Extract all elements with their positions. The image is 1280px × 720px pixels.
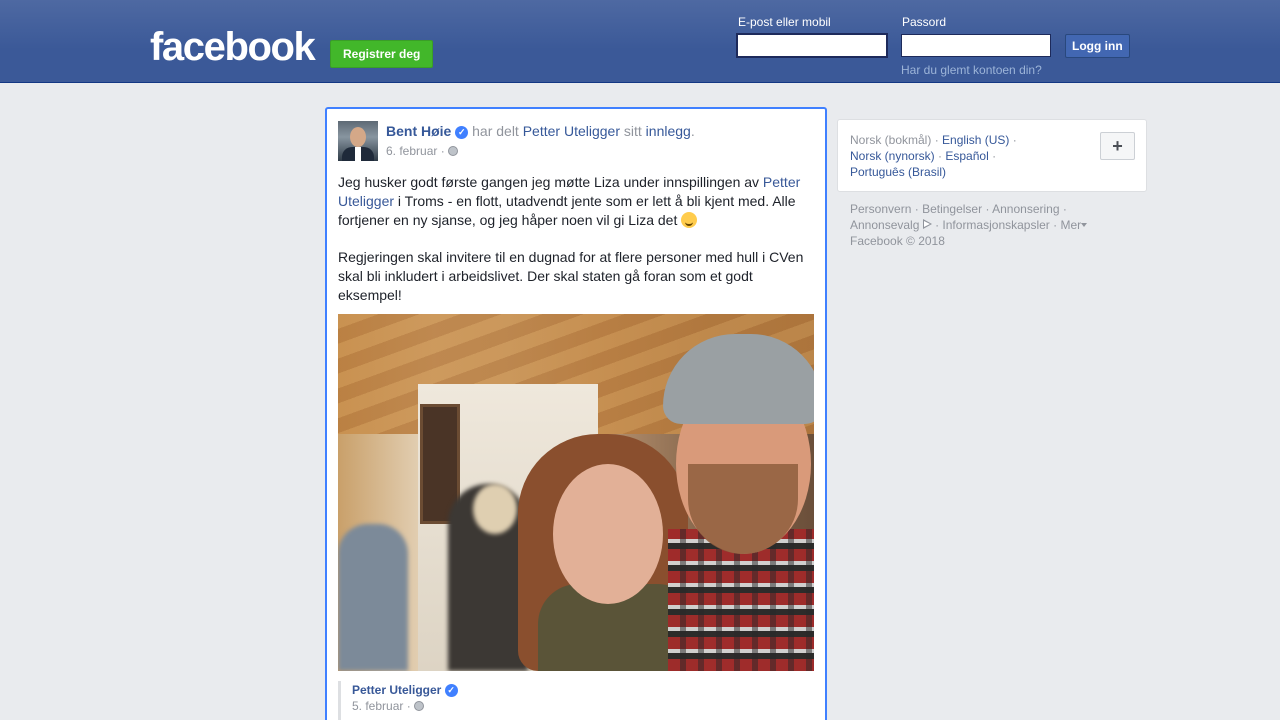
shared-text: har delt <box>472 123 519 139</box>
smiling-face-icon <box>681 212 698 228</box>
footer-separator: · <box>935 218 940 232</box>
original-post-link[interactable]: innlegg <box>646 123 691 139</box>
original-author-link[interactable]: Petter Uteligger <box>352 683 441 697</box>
footer-separator: · <box>914 202 919 216</box>
possessive-text: sitt <box>623 123 642 139</box>
avatar-face <box>350 127 366 147</box>
caret-down-icon[interactable] <box>1081 223 1088 227</box>
forgot-account-link[interactable]: Har du glemt kontoen din? <box>901 63 1042 77</box>
register-button[interactable]: Registrer deg <box>330 40 434 68</box>
language-option[interactable]: English (US) <box>942 133 1009 147</box>
email-label: E-post eller mobil <box>738 15 831 29</box>
original-meta-separator: · <box>406 699 411 713</box>
shared-original-post: Petter Uteligger ✓ 5. februar · <box>338 681 814 720</box>
footer-link-terms[interactable]: Betingelser <box>922 202 982 216</box>
post-date-link[interactable]: 6. februar <box>386 144 437 158</box>
footer-link-privacy[interactable]: Personvern <box>850 202 911 216</box>
lang-separator: · <box>992 149 997 163</box>
lang-separator: · <box>1012 133 1017 147</box>
adchoices-icon[interactable] <box>922 219 932 229</box>
post-body: Jeg husker godt første gangen jeg møtte … <box>338 173 812 323</box>
language-option[interactable]: Español <box>945 149 988 163</box>
original-meta: 5. februar · <box>352 699 425 713</box>
footer-link-cookies[interactable]: Informasjonskapsler <box>942 218 1049 232</box>
shared-from-link[interactable]: Petter Uteligger <box>523 123 620 139</box>
footer-separator: · <box>985 202 990 216</box>
current-language: Norsk (bokmål) <box>850 133 932 147</box>
lang-separator: · <box>938 149 943 163</box>
lang-separator: · <box>934 133 939 147</box>
password-label: Passord <box>902 15 947 29</box>
post-paragraph-1: Jeg husker godt første gangen jeg møtte … <box>338 173 812 230</box>
footer-link-more[interactable]: Mer <box>1061 218 1082 232</box>
globe-icon[interactable] <box>448 146 459 156</box>
email-field[interactable] <box>736 33 888 58</box>
footer-separator: · <box>1053 218 1058 232</box>
p1-start: Jeg husker godt første gangen jeg møtte … <box>338 174 760 190</box>
top-bar: facebook Registrer deg E-post eller mobi… <box>0 0 1280 83</box>
photo-background-child <box>338 524 408 671</box>
language-list: Norsk (bokmål) · English (US) · Norsk (n… <box>850 132 1090 180</box>
footer-links: Personvern · Betingelser · Annonsering ·… <box>850 201 1140 249</box>
meta-separator: · <box>440 144 445 158</box>
add-language-button[interactable]: + <box>1100 132 1135 160</box>
language-option[interactable]: Norsk (nynorsk) <box>850 149 935 163</box>
avatar-shirt <box>355 147 361 161</box>
password-field[interactable] <box>901 34 1051 57</box>
photo-woman-face <box>553 464 663 604</box>
post-author-link[interactable]: Bent Høie <box>386 123 451 139</box>
footer-link-advertising[interactable]: Annonsering <box>992 202 1059 216</box>
author-avatar[interactable] <box>338 121 378 161</box>
language-box: Norsk (bokmål) · English (US) · Norsk (n… <box>837 119 1147 192</box>
original-author: Petter Uteligger ✓ <box>352 683 458 697</box>
post-paragraph-2: Regjeringen skal invitere til en dugnad … <box>338 249 804 303</box>
verified-check-icon: ✓ <box>444 684 458 697</box>
header-period: . <box>690 123 695 139</box>
post-meta: 6. februar · <box>386 144 459 158</box>
post-card: Bent Høie ✓ har delt Petter Uteligger si… <box>325 107 827 720</box>
facebook-logo[interactable]: facebook <box>150 26 316 68</box>
post-photo[interactable] <box>338 314 814 671</box>
post-header: Bent Høie ✓ har delt Petter Uteligger si… <box>386 123 695 139</box>
verified-check-icon: ✓ <box>455 126 469 139</box>
photo-background-head <box>473 484 517 534</box>
original-date-link[interactable]: 5. februar <box>352 699 403 713</box>
copyright: Facebook © 2018 <box>850 234 945 248</box>
globe-icon[interactable] <box>414 701 425 711</box>
p1-end: i Troms - en flott, utadvendt jente som … <box>338 193 796 228</box>
footer-separator: · <box>1062 202 1067 216</box>
language-option[interactable]: Português (Brasil) <box>850 165 946 179</box>
footer-link-adchoices[interactable]: Annonsevalg <box>850 218 919 232</box>
login-button[interactable]: Logg inn <box>1065 34 1130 58</box>
